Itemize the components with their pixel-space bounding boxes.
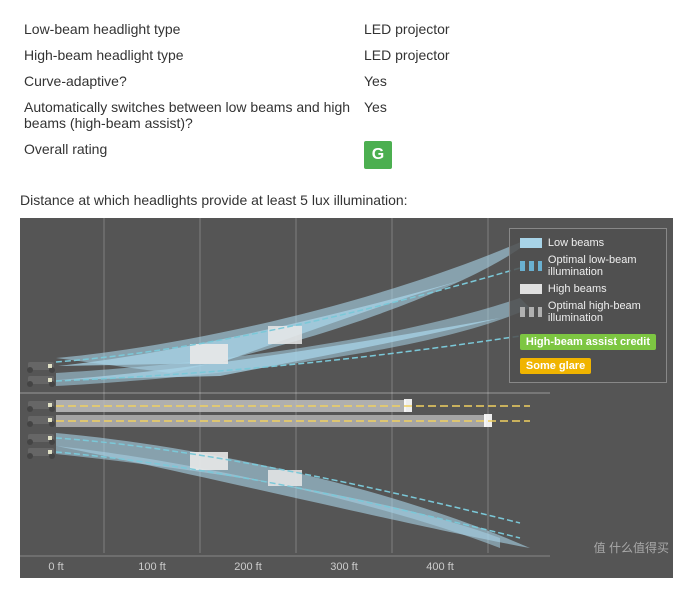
spec-value: G <box>360 136 673 174</box>
high-beam-assist-badge: High-beam assist credit <box>520 334 656 350</box>
optimal-low-swatch <box>520 261 542 271</box>
rating-badge: G <box>364 141 392 169</box>
legend-high-beams: High beams <box>520 283 656 295</box>
optimal-high-swatch <box>520 307 542 317</box>
chart-title: Distance at which headlights provide at … <box>20 192 673 208</box>
spec-value: LED projector <box>360 42 673 68</box>
low-beams-label: Low beams <box>548 237 604 249</box>
some-glare-badge: Some glare <box>520 358 591 374</box>
svg-text:0 ft: 0 ft <box>48 561 63 573</box>
low-beams-swatch <box>520 238 542 248</box>
svg-text:400 ft: 400 ft <box>426 561 454 573</box>
watermark: 值 什么值得买 <box>594 539 669 556</box>
legend-low-beams: Low beams <box>520 237 656 249</box>
spec-value: Yes <box>360 68 673 94</box>
spec-label: Low-beam headlight type <box>20 16 360 42</box>
spec-label: Automatically switches between low beams… <box>20 94 360 136</box>
svg-text:100 ft: 100 ft <box>138 561 166 573</box>
specs-table: Low-beam headlight typeLED projectorHigh… <box>20 16 673 174</box>
legend-optimal-high: Optimal high-beamillumination <box>520 300 656 324</box>
high-beams-label: High beams <box>548 283 607 295</box>
legend-optimal-low: Optimal low-beamillumination <box>520 254 656 278</box>
spec-label: Overall rating <box>20 136 360 174</box>
high-beams-swatch <box>520 284 542 294</box>
svg-text:300 ft: 300 ft <box>330 561 358 573</box>
spec-label: High-beam headlight type <box>20 42 360 68</box>
spec-value: Yes <box>360 94 673 136</box>
spec-value: LED projector <box>360 16 673 42</box>
optimal-low-label: Optimal low-beamillumination <box>548 254 637 278</box>
optimal-high-label: Optimal high-beamillumination <box>548 300 641 324</box>
spec-label: Curve-adaptive? <box>20 68 360 94</box>
svg-text:200 ft: 200 ft <box>234 561 262 573</box>
headlight-chart: 0 ft 100 ft 200 ft 300 ft 400 ft Low bea… <box>20 218 673 578</box>
chart-legend: Low beams Optimal low-beamillumination H… <box>509 228 667 383</box>
